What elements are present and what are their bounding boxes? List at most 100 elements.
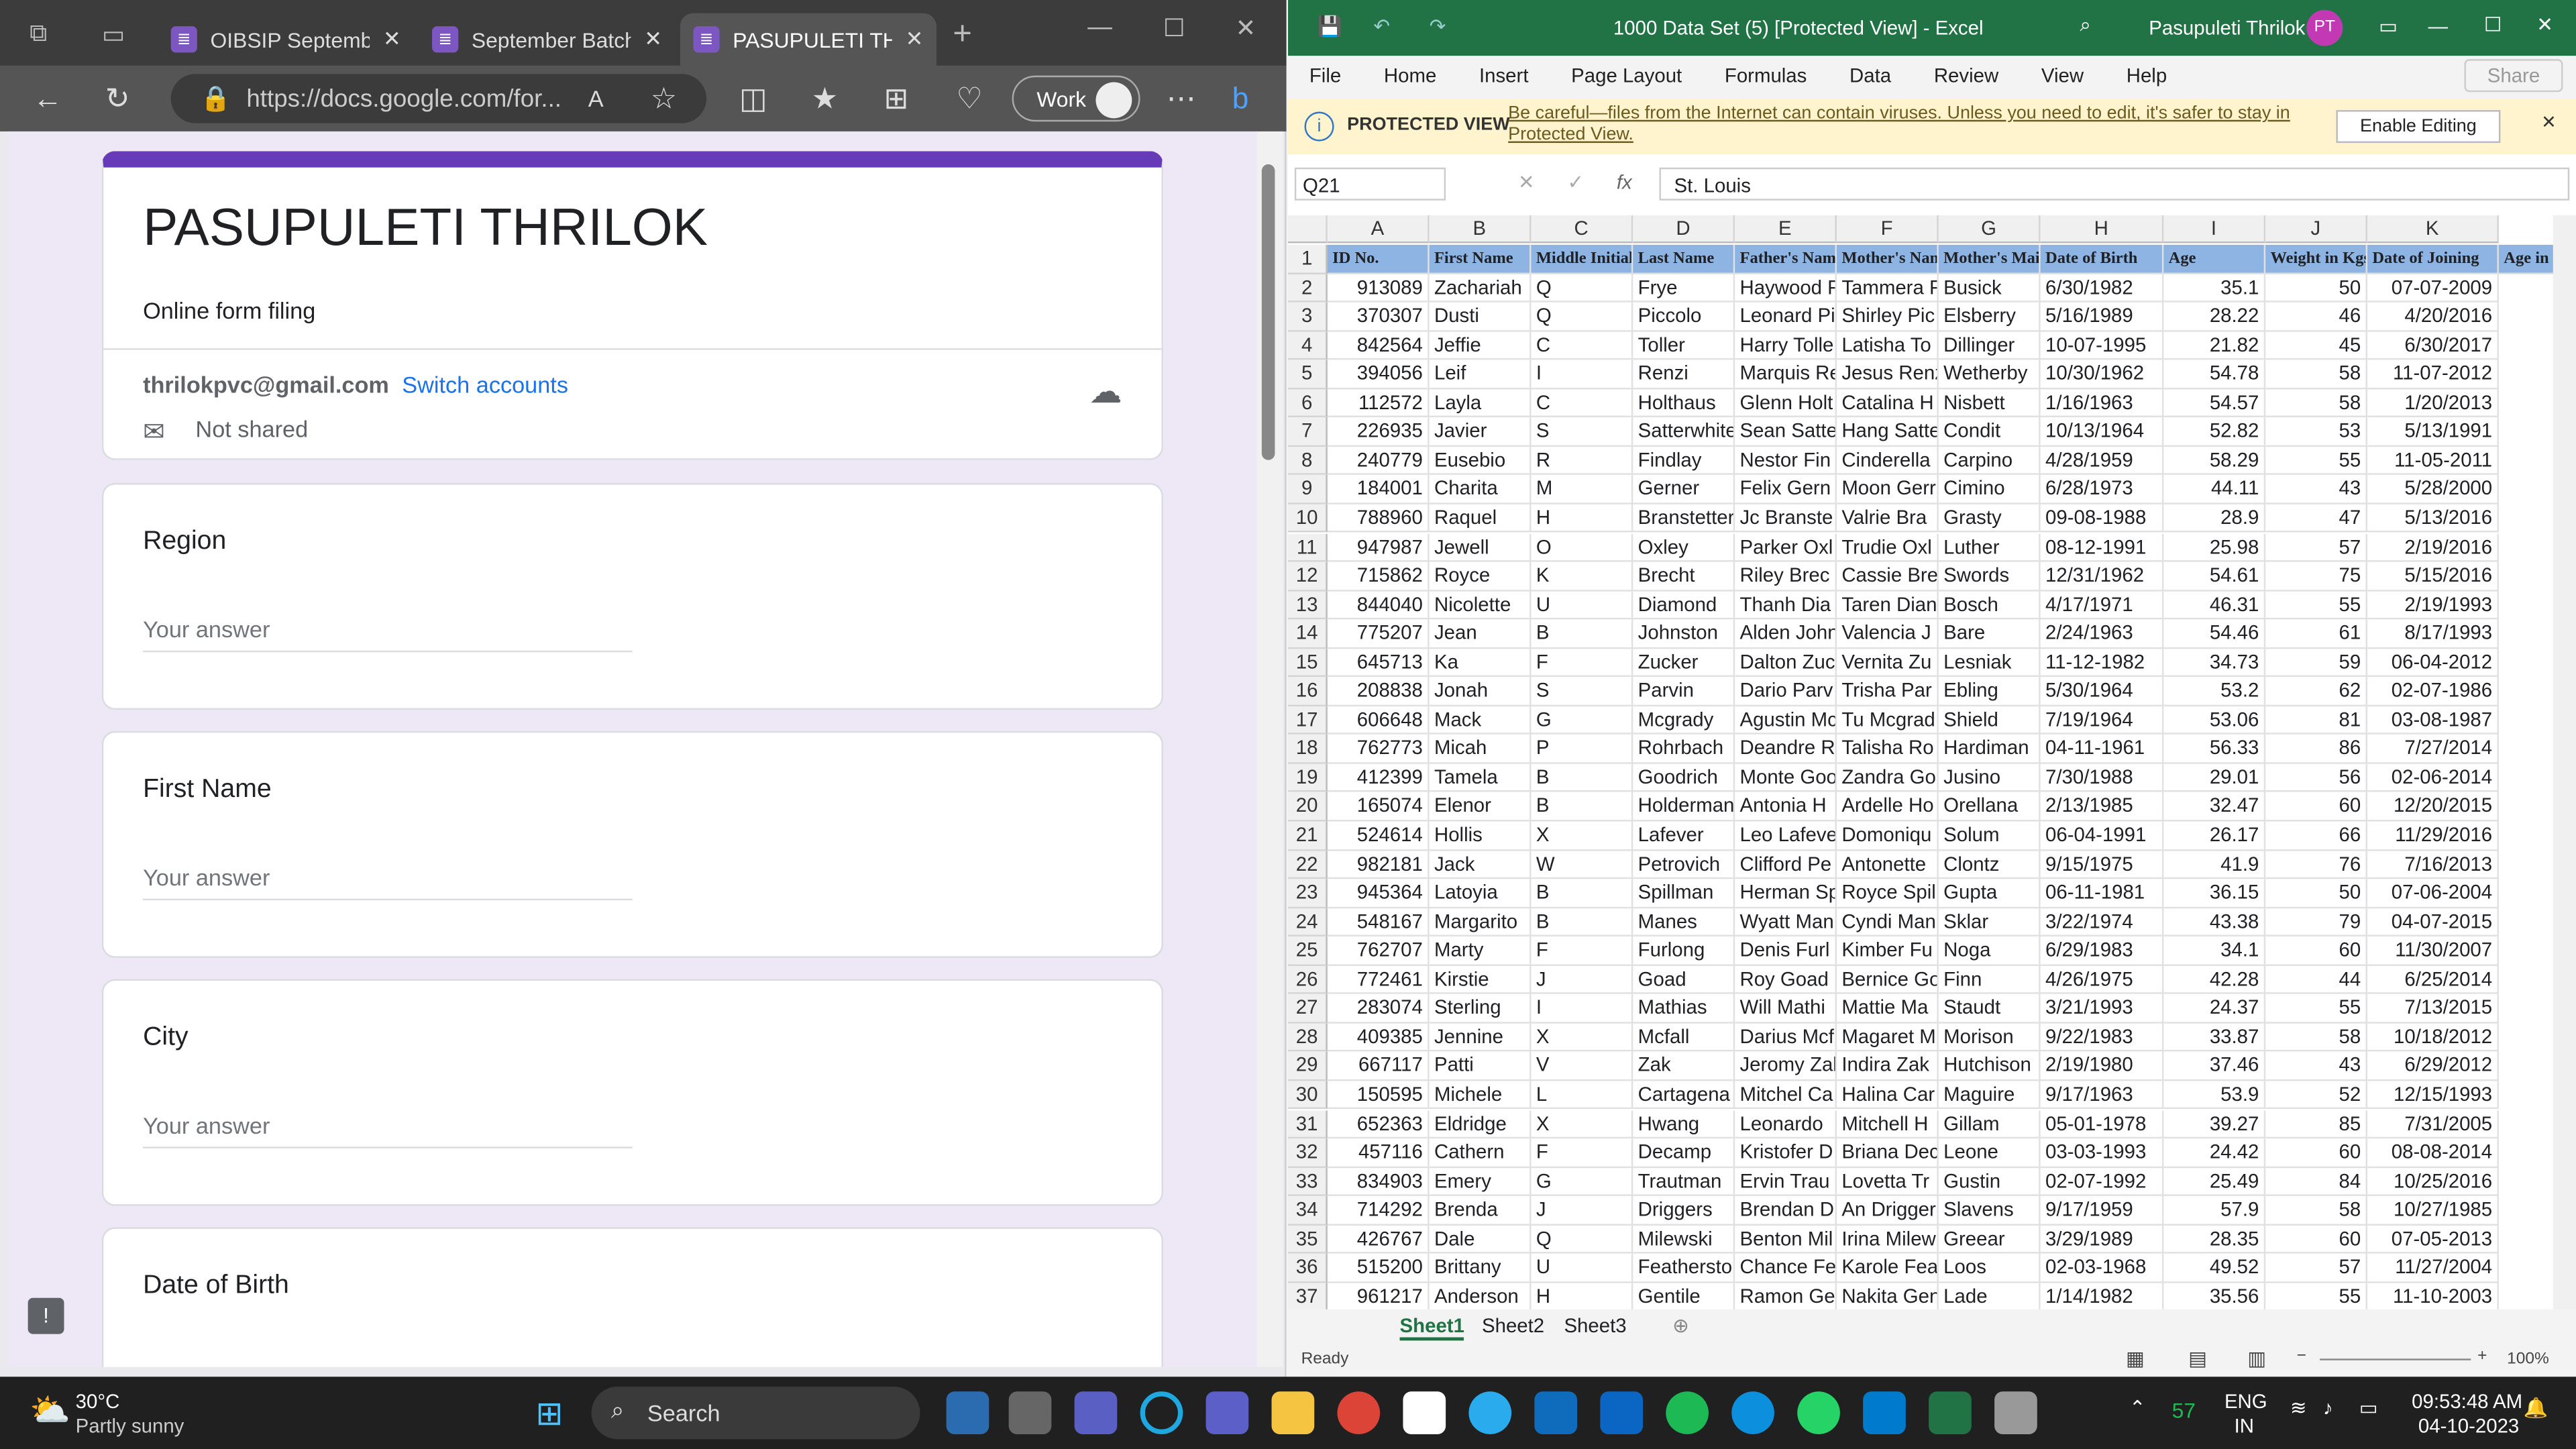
table-cell[interactable]: Eusebio [1429,446,1532,476]
row-header[interactable]: 32 [1288,1138,1328,1168]
row-header[interactable]: 25 [1288,936,1328,966]
table-cell[interactable]: 4/20/2016 [2367,302,2499,331]
table-cell[interactable]: Sklar [1938,908,2041,937]
column-header[interactable]: H [2040,215,2164,244]
weather-desc[interactable]: Partly sunny [76,1415,184,1438]
table-cell[interactable]: Brittany [1429,1254,1532,1283]
split-screen-icon[interactable]: ◫ [739,82,767,116]
table-cell[interactable]: H [1531,1283,1633,1309]
select-all-corner[interactable] [1288,215,1328,244]
undo-icon[interactable]: ↶ [1373,15,1390,38]
maximize-icon[interactable]: ☐ [1163,13,1185,43]
table-cell[interactable]: 1/16/1963 [2040,388,2164,418]
table-cell[interactable]: 07-05-2013 [2367,1225,2499,1254]
table-cell[interactable]: Jeromy Zak [1735,1052,1837,1081]
close-icon[interactable]: ✕ [906,26,924,52]
table-cell[interactable]: 03-03-1993 [2040,1138,2164,1168]
table-cell[interactable]: 37.46 [2163,1052,2266,1081]
table-cell[interactable]: 548167 [1327,908,1430,937]
table-cell[interactable]: 84 [2265,1167,2368,1197]
zoom-slider[interactable] [2319,1358,2471,1360]
row-header[interactable]: 12 [1288,561,1328,591]
table-cell[interactable]: Kristofer D [1735,1138,1837,1168]
ribbon-display-icon[interactable]: ▭ [2379,15,2398,38]
table-cell[interactable]: J [1531,965,1633,995]
row-header[interactable]: 33 [1288,1167,1328,1197]
table-cell[interactable]: Royce Spil [1836,879,1939,908]
spreadsheet-grid[interactable]: A B C D E F G H I J K 1 ID No. First Name Middle Initi… [1288,215,2576,1309]
table-cell[interactable]: 35.1 [2163,273,2266,303]
vscode-icon[interactable] [1863,1391,1906,1434]
table-cell[interactable]: 645713 [1327,648,1430,678]
table-cell[interactable]: Cathern [1429,1138,1532,1168]
table-cell[interactable]: 07-06-2004 [2367,879,2499,908]
table-cell[interactable]: 58 [2265,388,2368,418]
column-header[interactable]: I [2163,215,2266,244]
table-cell[interactable]: Nicolette [1429,590,1532,620]
table-cell[interactable]: F [1531,648,1633,678]
table-cell[interactable]: B [1531,763,1633,793]
row-header[interactable]: 26 [1288,965,1328,995]
weather-temp[interactable]: 30°C [76,1390,120,1413]
clock-time[interactable]: 09:53:48 AM [2412,1390,2522,1413]
table-cell[interactable]: Nakita Gen [1837,1283,1939,1309]
table-cell[interactable]: Wyatt Man [1735,908,1837,937]
table-cell[interactable]: 43.38 [2163,908,2266,937]
table-cell[interactable]: Dalton Zuc [1735,648,1837,678]
table-cell[interactable]: Trautman [1633,1167,1735,1197]
table-cell[interactable]: 85 [2265,1110,2368,1139]
row-header[interactable]: 16 [1288,677,1328,706]
menu-formulas[interactable]: Formulas [1703,56,1828,99]
table-cell[interactable]: Jonah [1429,677,1532,706]
table-cell[interactable]: Harry Tolle [1735,331,1837,360]
table-cell[interactable]: Leonardo [1735,1110,1837,1139]
table-cell[interactable]: An Drigger [1836,1196,1939,1226]
table-cell[interactable]: Featherstone [1633,1254,1735,1283]
file-explorer-icon[interactable] [1271,1391,1315,1434]
table-cell[interactable]: 52 [2265,1081,2368,1110]
table-cell[interactable]: 06-04-1991 [2040,821,2164,851]
table-cell[interactable]: 5/13/1991 [2367,417,2499,447]
row-header[interactable]: 22 [1288,850,1328,879]
table-cell[interactable]: 9/17/1963 [2040,1081,2164,1110]
table-cell[interactable]: Jusino [1938,763,2041,793]
table-cell[interactable]: I [1531,360,1633,389]
table-cell[interactable]: 457116 [1327,1138,1430,1168]
table-cell[interactable]: Grasty [1938,504,2041,533]
column-header[interactable]: J [2265,215,2368,244]
table-cell[interactable]: Patti [1429,1052,1532,1081]
table-cell[interactable]: 4/28/1959 [2040,446,2164,476]
table-cell[interactable]: 772461 [1327,965,1430,995]
table-cell[interactable]: R [1531,446,1633,476]
table-cell[interactable]: 08-08-2014 [2367,1138,2499,1168]
table-cell[interactable]: 21.82 [2163,331,2266,360]
table-cell[interactable]: 8/17/1993 [2367,619,2499,649]
table-cell[interactable]: Jewell [1429,533,1532,562]
refresh-icon[interactable]: ↻ [105,82,130,116]
table-cell[interactable]: U [1531,590,1633,620]
new-tab-icon[interactable]: + [953,16,972,54]
table-cell[interactable]: Trudie Oxl [1836,533,1939,562]
table-cell[interactable]: 26.17 [2163,821,2266,851]
table-cell[interactable]: Toller [1633,331,1735,360]
row-header[interactable]: 20 [1288,792,1328,822]
table-cell[interactable]: 08-12-1991 [2040,533,2164,562]
row-header[interactable]: 27 [1288,994,1328,1024]
table-cell[interactable]: Morison [1938,1023,2041,1053]
table-cell[interactable]: 57.9 [2163,1196,2266,1226]
table-cell[interactable]: G [1531,706,1633,735]
row-header[interactable]: 13 [1288,590,1328,620]
table-cell[interactable]: Parker Oxl [1735,533,1837,562]
table-cell[interactable]: Jeffie [1429,331,1532,360]
table-cell[interactable]: Denis Furl [1735,936,1837,966]
table-cell[interactable]: 11/29/2016 [2367,821,2499,851]
table-cell[interactable]: Mcfall [1633,1023,1735,1053]
table-cell[interactable]: W [1531,850,1633,879]
table-cell[interactable]: 49.52 [2163,1254,2266,1283]
share-button[interactable]: Share [2464,59,2563,93]
table-cell[interactable]: Margarito [1429,908,1532,937]
table-cell[interactable]: 412399 [1327,763,1430,793]
row-header[interactable]: 2 [1288,273,1328,303]
switch-accounts-link[interactable]: Switch accounts [402,371,568,397]
menu-help[interactable]: Help [2105,56,2188,99]
